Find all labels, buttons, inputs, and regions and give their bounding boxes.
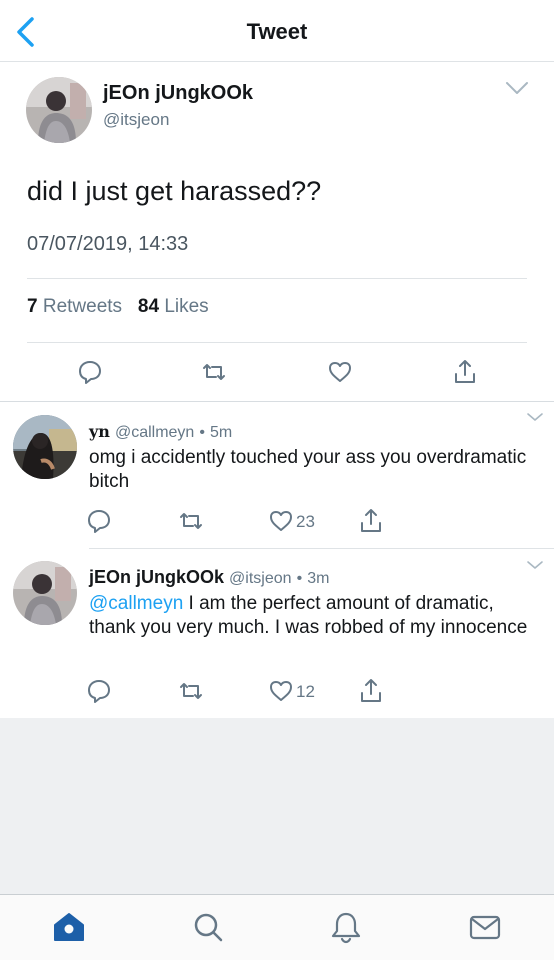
notifications-icon	[331, 912, 361, 944]
like-button[interactable]	[326, 358, 354, 386]
retweet-icon	[203, 364, 225, 380]
like-icon	[329, 362, 351, 382]
tweet-stats: 7 Retweets 84 Likes	[27, 296, 209, 318]
retweet-button[interactable]	[200, 358, 228, 386]
section-divider	[0, 401, 554, 402]
retweet-icon	[180, 683, 202, 699]
like-count: 12	[296, 682, 315, 701]
divider	[89, 548, 554, 549]
meta-separator: •	[296, 570, 303, 587]
retweets-count: 7	[27, 296, 38, 317]
avatar[interactable]	[26, 77, 92, 143]
reply-header: yn @callmeyn • 5m	[89, 421, 232, 442]
tweet-time-ago: 5m	[209, 424, 233, 441]
display-name[interactable]: jEOn jUngkOOk	[103, 82, 253, 105]
chevron-down-icon	[527, 561, 543, 569]
likes-label: Likes	[164, 296, 209, 317]
tab-messages[interactable]	[467, 909, 503, 945]
reply-button[interactable]	[76, 358, 104, 386]
reply-icon	[88, 680, 110, 703]
share-icon	[455, 360, 475, 383]
display-name[interactable]: jEOn jUngkOOk	[89, 567, 224, 587]
retweets-label: Retweets	[42, 296, 123, 317]
reply-icon	[88, 510, 110, 533]
tab-home[interactable]	[51, 909, 87, 945]
likes-stat[interactable]: 84 Likes	[138, 296, 209, 317]
tab-search[interactable]	[190, 909, 226, 945]
share-icon	[361, 679, 381, 702]
home-icon	[54, 913, 84, 941]
tweet-timestamp: 07/07/2019, 14:33	[27, 233, 189, 255]
user-handle[interactable]: @itsjeon	[229, 570, 292, 587]
retweet-button[interactable]	[177, 507, 205, 535]
tweet-text: did I just get harassed??	[27, 176, 322, 206]
like-button[interactable]	[267, 507, 295, 535]
page-title: Tweet	[246, 19, 308, 44]
share-button[interactable]	[357, 677, 385, 705]
messages-icon	[469, 915, 501, 940]
share-button[interactable]	[357, 507, 385, 535]
user-handle[interactable]: @itsjeon	[103, 110, 169, 130]
avatar[interactable]	[13, 415, 77, 479]
avatar[interactable]	[13, 561, 77, 625]
like-icon	[270, 511, 292, 531]
tweet-options-button[interactable]	[526, 412, 544, 422]
reply-icon	[79, 361, 101, 384]
tweet-options-button[interactable]	[505, 80, 529, 96]
like-button[interactable]	[267, 677, 295, 705]
retweets-stat[interactable]: 7 Retweets	[27, 296, 127, 317]
tweet-text: @callmeyn I am the perfect amount of dra…	[89, 592, 529, 640]
share-icon	[361, 509, 381, 532]
like-icon	[270, 681, 292, 701]
retweet-icon	[180, 513, 202, 529]
user-handle[interactable]: @callmeyn	[115, 424, 194, 441]
like-count: 23	[296, 512, 315, 531]
retweet-button[interactable]	[177, 677, 205, 705]
reply-button[interactable]	[85, 507, 113, 535]
reply-button[interactable]	[85, 677, 113, 705]
divider	[27, 278, 527, 279]
likes-count: 84	[137, 296, 160, 317]
empty-area	[0, 718, 554, 894]
tweet-time-ago: 3m	[307, 570, 330, 587]
reply-header: jEOn jUngkOOk @itsjeon • 3m	[89, 567, 329, 588]
display-name[interactable]: yn	[89, 422, 110, 441]
tweet-text: omg i accidently touched your ass you ov…	[89, 447, 527, 492]
divider	[27, 342, 527, 343]
share-button[interactable]	[451, 358, 479, 386]
chevron-down-icon	[527, 413, 543, 421]
mention-link[interactable]: @callmeyn	[89, 593, 183, 614]
chevron-down-icon	[506, 82, 528, 94]
tweet-options-button[interactable]	[526, 560, 544, 570]
tab-notifications[interactable]	[328, 909, 364, 945]
meta-separator: •	[199, 424, 205, 441]
search-icon	[194, 913, 223, 942]
